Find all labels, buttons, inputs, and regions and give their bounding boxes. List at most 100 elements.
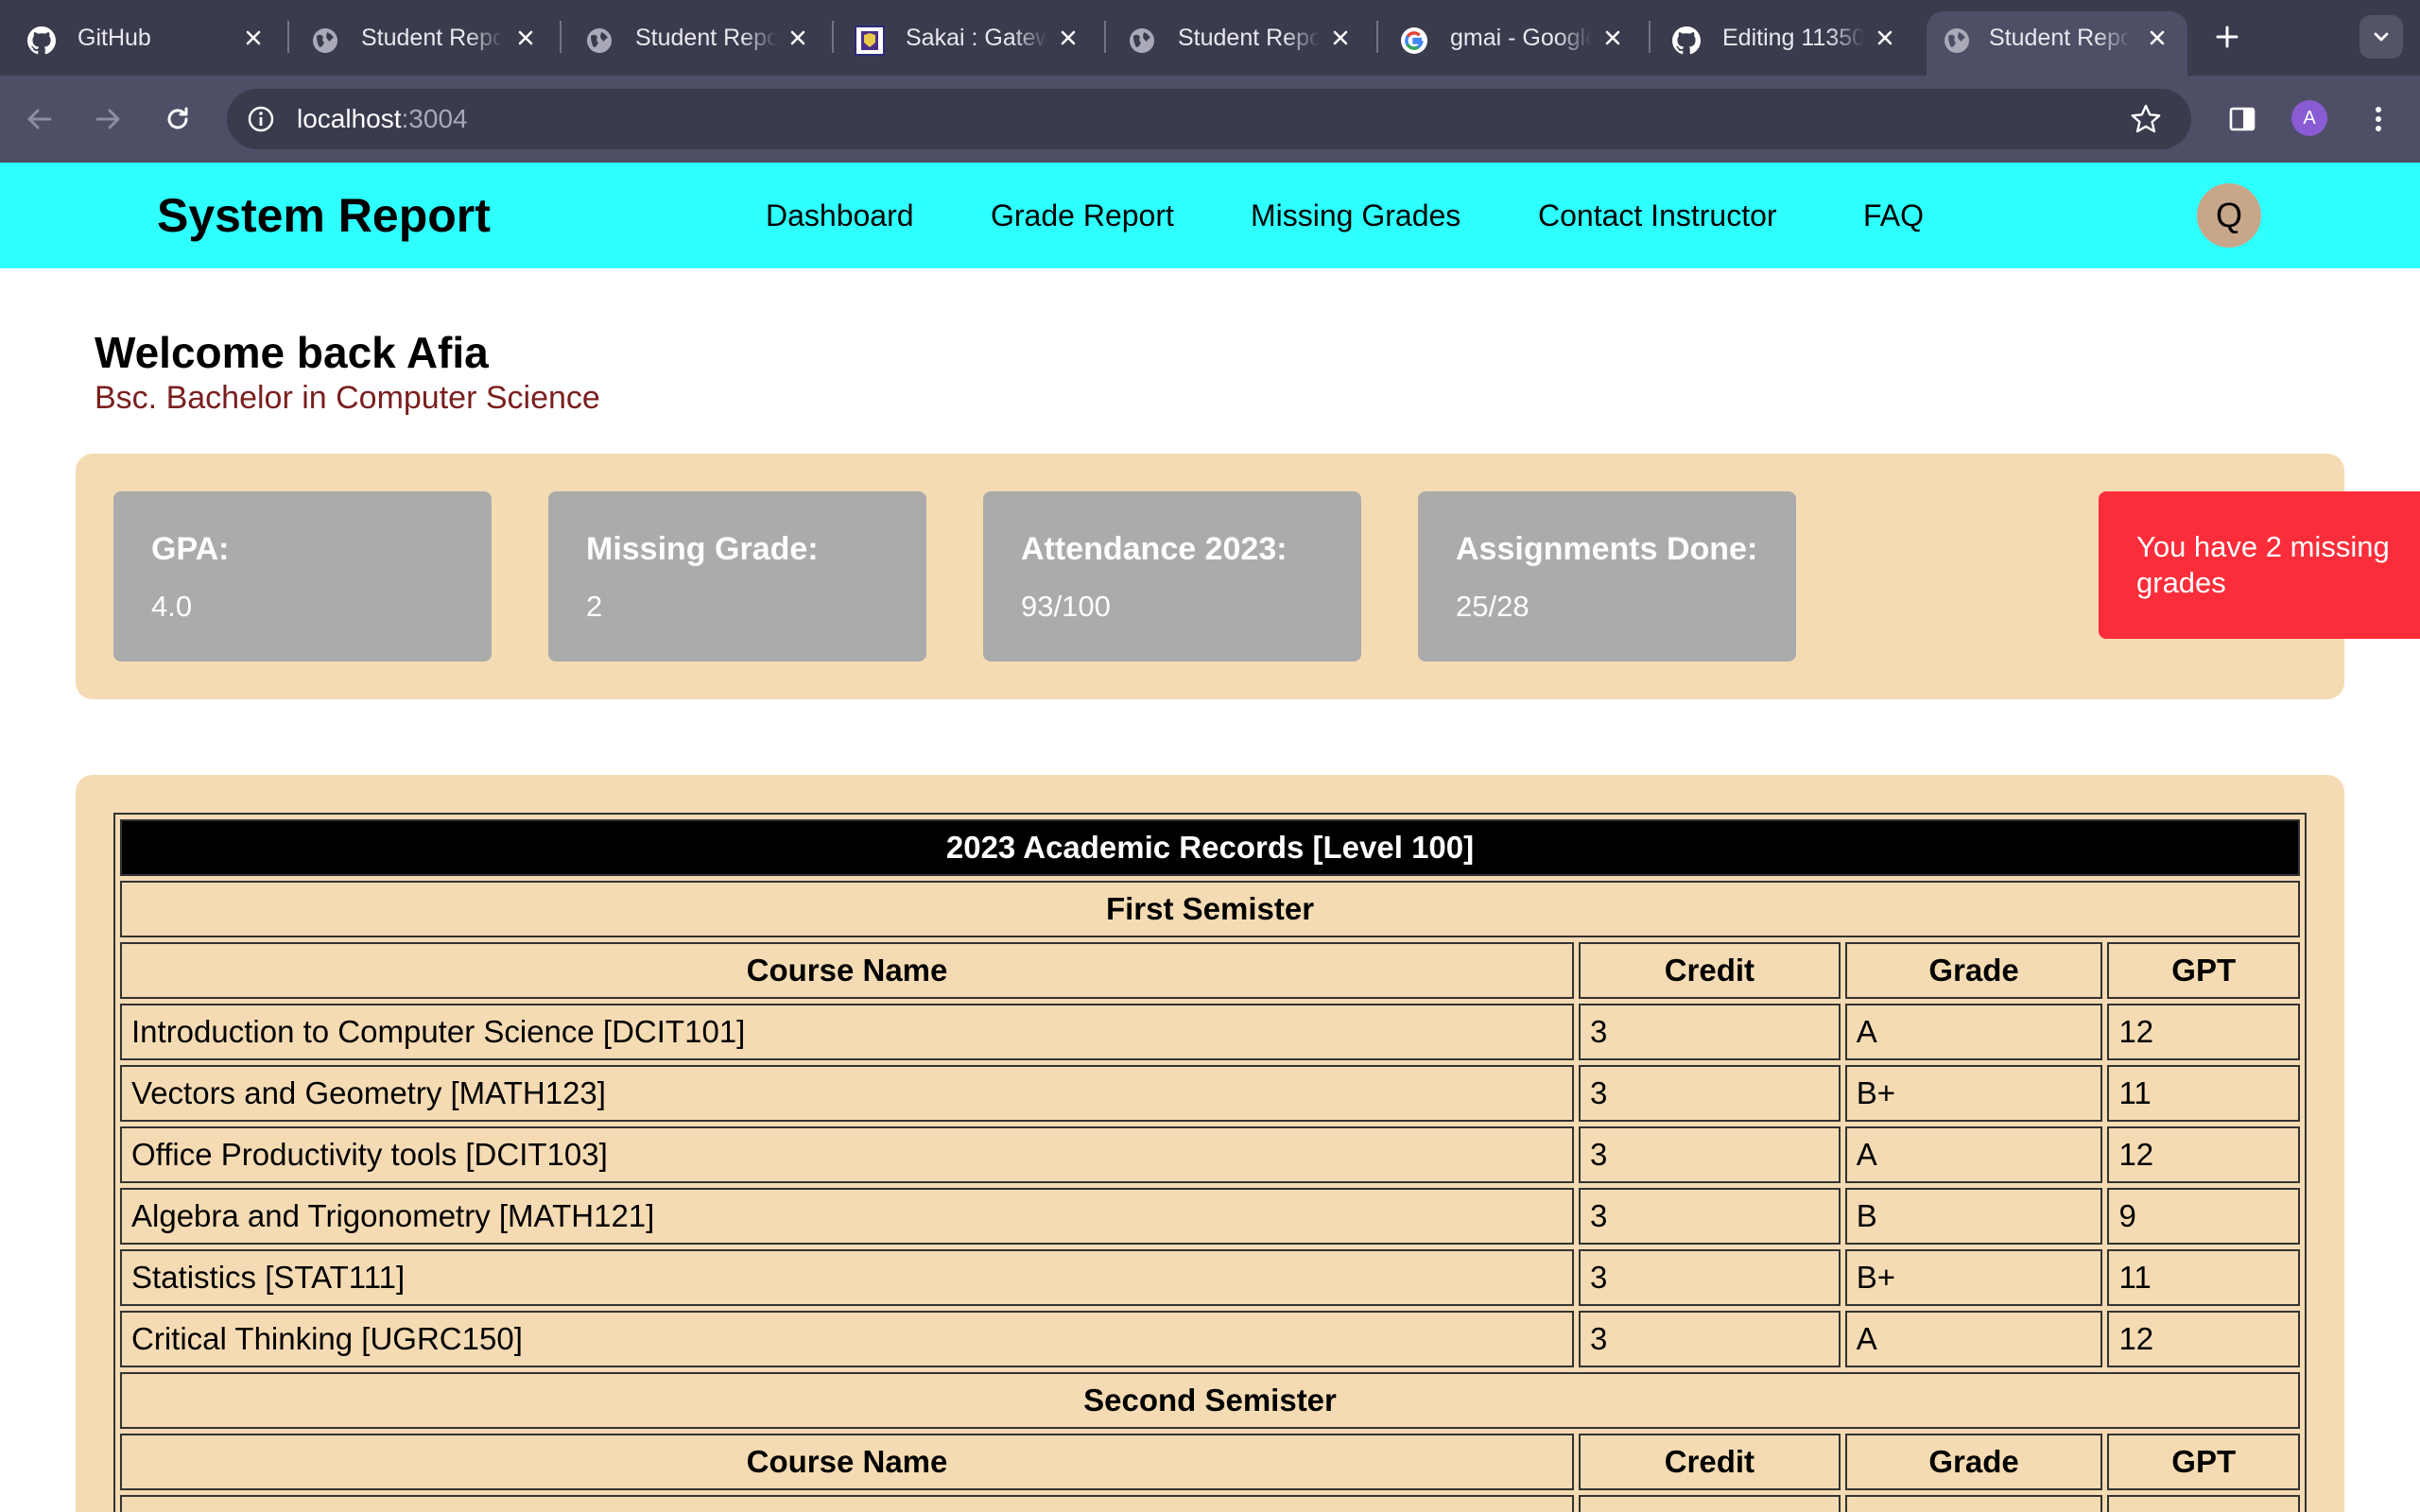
tab-title: Student Report	[1989, 25, 2131, 51]
tab-title: Student Report	[361, 25, 503, 51]
close-icon[interactable]	[1323, 21, 1357, 55]
missing-grades-alert[interactable]: You have 2 missing grades	[2099, 491, 2420, 639]
github-icon	[1671, 26, 1702, 56]
browser-toolbar: localhost:3004 A	[0, 76, 2420, 163]
tab-sakai[interactable]: Sakai : Gateway	[828, 11, 1102, 76]
google-icon	[1399, 26, 1429, 56]
tab-student-report-2[interactable]: Student Report	[558, 11, 832, 76]
column-header-credit: Credit	[1579, 1434, 1841, 1490]
globe-icon	[1942, 26, 1972, 56]
globe-icon	[310, 26, 340, 56]
info-icon[interactable]	[244, 102, 278, 136]
gpt-cell: 11	[2107, 1249, 2300, 1306]
tab-student-report-3[interactable]: Student Report	[1100, 11, 1374, 76]
credit-cell: 3	[1579, 1126, 1841, 1183]
new-tab-button[interactable]	[2208, 18, 2246, 56]
nav-link-dashboard[interactable]: Dashboard	[766, 163, 914, 268]
nav-link-missing-grades[interactable]: Missing Grades	[1251, 163, 1461, 268]
column-header-grade: Grade	[1844, 1434, 2103, 1490]
reload-icon	[167, 107, 188, 129]
tab-github-editing[interactable]: Editing 11350	[1645, 11, 1919, 76]
credit-cell: 3	[1579, 1188, 1841, 1245]
gpt-cell: 12	[2107, 1126, 2300, 1183]
column-header-grade: Grade	[1844, 942, 2103, 999]
stat-value: 93/100	[1021, 590, 1111, 623]
grade-cell: A	[1844, 1126, 2103, 1183]
credit-cell	[1579, 1495, 1841, 1512]
bookmark-star-icon[interactable]	[2129, 102, 2163, 136]
gpt-cell: 11	[2107, 1065, 2300, 1122]
close-icon[interactable]	[236, 21, 270, 55]
tab-google[interactable]: gmai - Google	[1373, 11, 1647, 76]
url-host: localhost	[297, 104, 402, 133]
nav-link-faq[interactable]: FAQ	[1863, 163, 1924, 268]
stat-label: Missing Grade:	[586, 531, 819, 567]
tab-title: Student Report	[1178, 25, 1320, 51]
stat-card-assignments: Assignments Done: 25/28	[1418, 491, 1796, 662]
stat-value: 25/28	[1456, 590, 1530, 623]
brand-title[interactable]: System Report	[157, 163, 491, 268]
nav-link-grade-report[interactable]: Grade Report	[991, 163, 1174, 268]
table-row: Vectors and Geometry [MATH123] 3 B+ 11	[120, 1065, 2300, 1122]
course-name-cell: Critical Thinking [UGRC150]	[120, 1311, 1575, 1367]
program-subtitle: Bsc. Bachelor in Computer Science	[95, 380, 600, 416]
close-icon[interactable]	[509, 21, 543, 55]
stat-value: 4.0	[151, 590, 193, 623]
welcome-heading: Welcome back Afia	[95, 328, 489, 377]
course-name-cell: Statistics [STAT111]	[120, 1249, 1575, 1306]
credit-cell: 3	[1579, 1311, 1841, 1367]
course-name-cell: Introduction to Computer Science [DCIT10…	[120, 1004, 1575, 1060]
globe-icon	[584, 26, 614, 56]
address-bar[interactable]: localhost:3004	[227, 89, 2191, 149]
tab-github[interactable]: GitHub	[0, 11, 284, 76]
records-panel: 2023 Academic Records [Level 100] First …	[76, 775, 2344, 1512]
tab-student-report-1[interactable]: Student Report	[284, 11, 558, 76]
stats-panel: GPA: 4.0 Missing Grade: 2 Attendance 202…	[76, 454, 2344, 699]
close-icon[interactable]	[2140, 21, 2174, 55]
column-header-credit: Credit	[1579, 942, 1841, 999]
tab-title: Student Report	[635, 25, 777, 51]
table-row: Algebra and Trigonometry [MATH121] 3 B 9	[120, 1188, 2300, 1245]
github-icon	[26, 26, 57, 56]
grade-cell: A	[1844, 1004, 2103, 1060]
grade-cell: B+	[1844, 1065, 2103, 1122]
kebab-menu-icon	[2376, 107, 2381, 131]
side-panel-icon	[2229, 107, 2256, 131]
plus-icon	[2216, 26, 2238, 48]
stat-value: 2	[586, 590, 603, 623]
stat-card-missing-grade: Missing Grade: 2	[548, 491, 926, 662]
semester-heading: First Semister	[120, 881, 2300, 937]
semester-heading: Second Semister	[120, 1372, 2300, 1429]
tab-title: Sakai : Gateway	[906, 25, 1047, 51]
browser-menu-button[interactable]	[2360, 100, 2397, 138]
table-row: Office Productivity tools [DCIT103] 3 A …	[120, 1126, 2300, 1183]
reload-button[interactable]	[159, 100, 197, 138]
grade-cell: A	[1844, 1311, 2103, 1367]
close-icon[interactable]	[1868, 21, 1902, 55]
user-avatar[interactable]: Q	[2197, 183, 2261, 248]
course-name-cell: Algebra and Trigonometry [MATH121]	[120, 1188, 1575, 1245]
gpt-cell: 9	[2107, 1188, 2300, 1245]
table-row: Introduction to Computer Science [DCIT10…	[120, 1004, 2300, 1060]
close-icon[interactable]	[1596, 21, 1630, 55]
stat-card-attendance: Attendance 2023: 93/100	[983, 491, 1361, 662]
side-panel-button[interactable]	[2223, 100, 2261, 138]
close-icon[interactable]	[1051, 21, 1085, 55]
tab-student-report-active[interactable]: Student Report	[1927, 11, 2187, 76]
url-text: localhost:3004	[297, 89, 468, 149]
grade-cell: B	[1844, 1188, 2103, 1245]
gpt-cell: 12	[2107, 1311, 2300, 1367]
forward-button[interactable]	[89, 100, 127, 138]
chevron-down-icon	[2374, 32, 2389, 42]
profile-avatar[interactable]: A	[2291, 100, 2327, 136]
back-button[interactable]	[21, 100, 59, 138]
sakai-icon	[855, 26, 885, 56]
gpt-cell: 12	[2107, 1004, 2300, 1060]
close-icon[interactable]	[781, 21, 815, 55]
tab-title: gmai - Google	[1450, 25, 1592, 51]
nav-link-contact-instructor[interactable]: Contact Instructor	[1538, 163, 1777, 268]
stat-label: GPA:	[151, 531, 230, 567]
tab-search-button[interactable]	[2360, 15, 2403, 59]
tab-title: Editing 11350	[1722, 25, 1864, 51]
credit-cell: 3	[1579, 1249, 1841, 1306]
